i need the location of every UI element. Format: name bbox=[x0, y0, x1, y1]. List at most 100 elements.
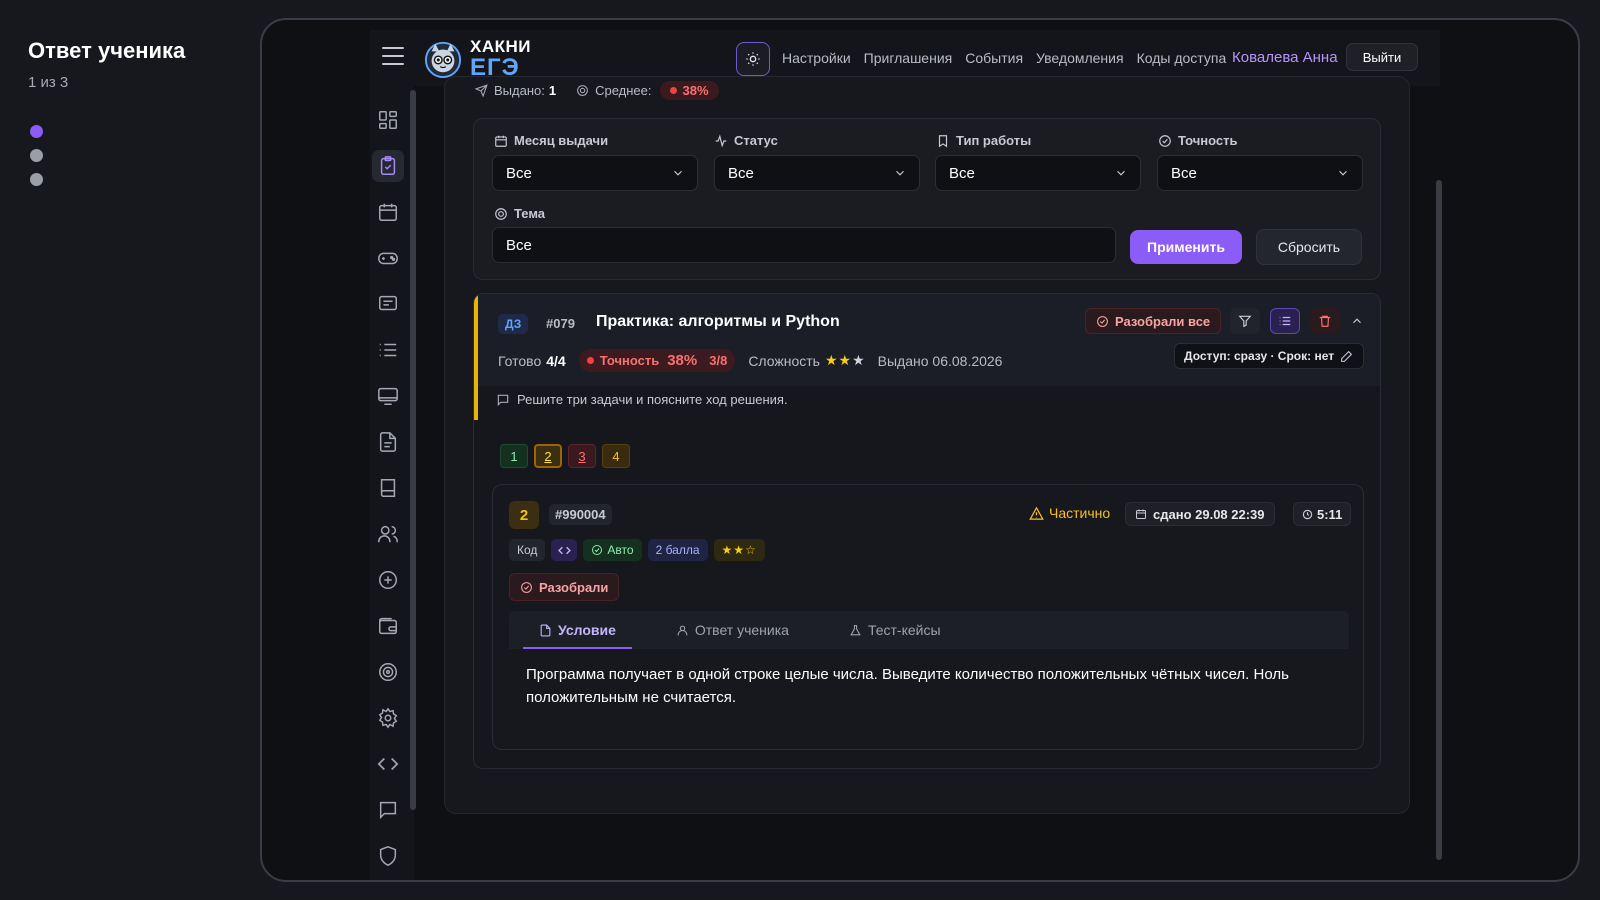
flask-icon bbox=[850, 624, 861, 635]
target-icon bbox=[495, 207, 507, 220]
sidebar-item-documents[interactable] bbox=[372, 426, 404, 458]
user-name-link[interactable]: Ковалева Анна bbox=[1232, 49, 1338, 66]
difficulty-label: Сложность bbox=[748, 352, 820, 369]
sidebar-item-games[interactable] bbox=[372, 242, 404, 274]
nav-settings[interactable]: Настройки bbox=[782, 50, 851, 66]
accuracy-value: 38% bbox=[667, 352, 698, 369]
sidebar-item-settings[interactable] bbox=[372, 702, 404, 734]
accuracy-badge: Точность 38% 3/8 bbox=[578, 349, 736, 372]
sidebar-item-chat[interactable] bbox=[372, 794, 404, 826]
logo-line1: ХАКНИ bbox=[470, 37, 531, 56]
slide-dot-1[interactable] bbox=[30, 125, 43, 138]
menu-icon[interactable] bbox=[382, 47, 404, 67]
task-number-1[interactable]: 1 bbox=[500, 444, 528, 468]
sidebar-item-dashboard[interactable] bbox=[372, 104, 404, 136]
accuracy-fraction: 3/8 bbox=[709, 353, 728, 368]
delete-button[interactable] bbox=[1310, 308, 1340, 334]
caption-panel: Ответ ученика 1 из 3 bbox=[28, 38, 185, 91]
monitor-icon bbox=[378, 387, 398, 405]
filter-month-label-text: Месяц выдачи bbox=[514, 133, 609, 148]
tab-test-cases[interactable]: Тест-кейсы bbox=[833, 611, 957, 649]
done-label: Готово bbox=[498, 352, 542, 369]
sidebar-item-add[interactable] bbox=[372, 564, 404, 596]
sidebar-item-users[interactable] bbox=[372, 518, 404, 550]
tab-condition[interactable]: Условие bbox=[523, 611, 632, 649]
accuracy-label: Точность bbox=[599, 353, 660, 368]
tab-condition-label: Условие bbox=[558, 622, 616, 638]
file-text-icon bbox=[379, 432, 397, 452]
chevron-down-icon bbox=[1117, 170, 1125, 176]
filter-status-select[interactable]: Все bbox=[714, 155, 920, 191]
cat-logo-icon bbox=[424, 41, 462, 78]
nav-events[interactable]: События bbox=[965, 50, 1023, 66]
sidebar-scrollbar[interactable] bbox=[410, 90, 416, 810]
sidebar-item-code[interactable] bbox=[372, 748, 404, 780]
filters-panel: Месяц выдачи Все Статус Все Тип работы В… bbox=[473, 118, 1381, 280]
sidebar-item-wallet[interactable] bbox=[372, 610, 404, 642]
sidebar-item-messages[interactable] bbox=[372, 288, 404, 320]
sidebar-item-book[interactable] bbox=[372, 472, 404, 504]
task-tabs: Условие Ответ ученика Тест-кейсы bbox=[509, 611, 1349, 649]
theme-toggle-button[interactable] bbox=[736, 42, 770, 76]
sidebar-item-list[interactable] bbox=[372, 334, 404, 366]
issued-value: 1 bbox=[548, 82, 557, 98]
task-submitted: сдано 29.08 22:39 bbox=[1125, 502, 1275, 526]
filter-month-select[interactable]: Все bbox=[492, 155, 698, 191]
sidebar-item-monitor[interactable] bbox=[372, 380, 404, 412]
filter-status-label: Статус bbox=[714, 133, 778, 148]
slide-dot-2[interactable] bbox=[30, 149, 43, 162]
task-status: Частично bbox=[1029, 505, 1110, 521]
message-text-icon bbox=[379, 295, 397, 311]
tag-code: Код bbox=[509, 539, 546, 561]
sun-icon bbox=[746, 52, 760, 66]
wallet-icon bbox=[379, 617, 397, 635]
task-number-4[interactable]: 4 bbox=[602, 444, 630, 468]
nav-notifications[interactable]: Уведомления bbox=[1036, 50, 1124, 66]
filter-topic-value: Все bbox=[506, 236, 532, 254]
nav-access-codes[interactable]: Коды доступа bbox=[1137, 50, 1227, 66]
reset-button[interactable]: Сбросить bbox=[1256, 229, 1362, 265]
check-circle-icon bbox=[1159, 134, 1171, 147]
tag-difficulty-stars: ★★☆ bbox=[713, 539, 765, 561]
nav-invitations[interactable]: Приглашения bbox=[864, 50, 953, 66]
collapse-button[interactable] bbox=[1342, 308, 1372, 334]
chevron-up-icon bbox=[1353, 318, 1361, 324]
filter-status-value: Все bbox=[728, 164, 754, 182]
filter-button[interactable] bbox=[1230, 308, 1260, 334]
shield-icon bbox=[379, 846, 397, 866]
slide-dot-3[interactable] bbox=[30, 173, 43, 186]
logo[interactable]: ХАКНИ ЕГЭ bbox=[424, 38, 531, 80]
sidebar-item-target[interactable] bbox=[372, 656, 404, 688]
filter-type-value: Все bbox=[949, 164, 975, 182]
list-icon bbox=[379, 343, 397, 357]
filter-topic-input[interactable]: Все bbox=[492, 227, 1116, 263]
task-time-text: 5:11 bbox=[1317, 506, 1343, 522]
calendar-icon bbox=[495, 135, 507, 147]
filter-accuracy-value: Все bbox=[1171, 164, 1197, 182]
task-number-2[interactable]: 2 bbox=[534, 444, 562, 468]
list-view-button[interactable] bbox=[1270, 308, 1300, 334]
plus-circle-icon bbox=[379, 571, 397, 589]
sidebar-item-shield[interactable] bbox=[372, 840, 404, 872]
check-circle-icon bbox=[1097, 315, 1108, 327]
sidebar-item-calendar[interactable] bbox=[372, 196, 404, 228]
assignment-header[interactable]: ДЗ #079 Практика: алгоритмы и Python Гот… bbox=[474, 294, 1380, 386]
logout-button[interactable]: Выйти bbox=[1346, 43, 1418, 71]
apply-button[interactable]: Применить bbox=[1130, 230, 1242, 264]
tab-student-answer[interactable]: Ответ ученика bbox=[660, 611, 805, 649]
main-content: Выдано: 1 Среднее: 38% Месяц выдачи Все … bbox=[422, 76, 1432, 874]
task-condition-text: Программа получает в одной строке целые … bbox=[526, 666, 1289, 706]
reviewed-button[interactable]: Разобрали bbox=[509, 573, 620, 601]
sidebar-item-assignments[interactable] bbox=[372, 150, 404, 182]
chat-icon bbox=[379, 801, 397, 820]
task-number-3[interactable]: 3 bbox=[568, 444, 596, 468]
access-deadline-badge[interactable]: Доступ: сразу · Срок: нет bbox=[1174, 343, 1364, 369]
filter-topic-label: Тема bbox=[494, 206, 545, 221]
reviewed-all-button[interactable]: Разобрали все bbox=[1085, 308, 1222, 334]
main-scrollbar[interactable] bbox=[1436, 180, 1442, 860]
filter-accuracy-select[interactable]: Все bbox=[1157, 155, 1363, 191]
caption-title: Ответ ученика bbox=[28, 38, 186, 63]
list-icon bbox=[1279, 316, 1291, 326]
filter-type-select[interactable]: Все bbox=[935, 155, 1141, 191]
filter-status-label-text: Статус bbox=[734, 133, 778, 148]
